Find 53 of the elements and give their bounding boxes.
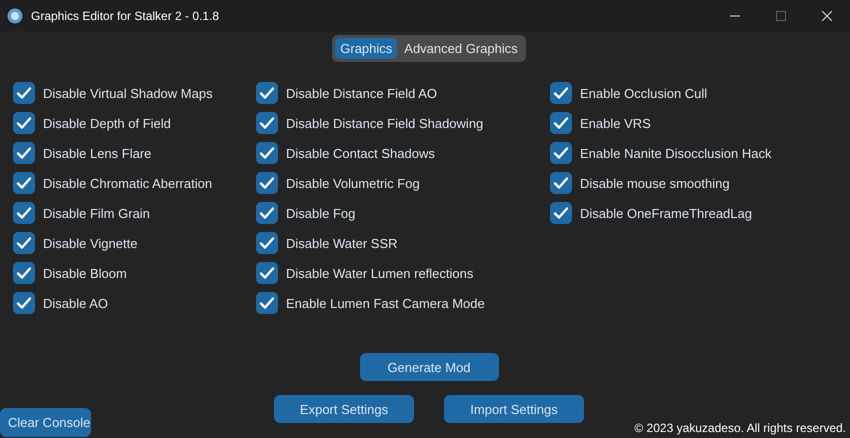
checkbox-label: Disable Contact Shadows	[286, 146, 435, 160]
checkbox-label: Disable Distance Field AO	[286, 86, 438, 100]
checkbox[interactable]	[13, 82, 35, 104]
import-settings-button[interactable]: Import Settings	[444, 395, 584, 423]
checkbox[interactable]	[13, 142, 35, 164]
checkbox-label: Disable Virtual Shadow Maps	[43, 86, 213, 100]
checkbox[interactable]	[256, 142, 278, 164]
export-settings-button[interactable]: Export Settings	[274, 395, 414, 423]
checkbox[interactable]	[256, 172, 278, 194]
checkbox[interactable]	[13, 262, 35, 284]
checkbox[interactable]	[550, 202, 572, 224]
checkbox[interactable]	[256, 82, 278, 104]
checkbox[interactable]	[256, 202, 278, 224]
checkbox[interactable]	[550, 172, 572, 194]
checkbox-label: Enable VRS	[580, 116, 651, 130]
checkbox[interactable]	[13, 232, 35, 254]
checkbox-label: Disable Film Grain	[43, 206, 150, 220]
checkbox-label: Disable Water SSR	[286, 236, 398, 250]
checkbox[interactable]	[550, 142, 572, 164]
checkbox[interactable]	[13, 202, 35, 224]
checkbox-label: Disable Fog	[286, 206, 356, 220]
checkbox-label: Enable Nanite Disocclusion Hack	[580, 146, 772, 160]
window-title: Graphics Editor for Stalker 2 - 0.1.8	[31, 8, 220, 22]
checkbox-label: Enable Occlusion Cull	[580, 86, 708, 100]
checkbox-label: Disable Depth of Field	[43, 116, 171, 130]
checkbox-label: Disable mouse smoothing	[580, 176, 730, 190]
checkbox[interactable]	[13, 172, 35, 194]
checkbox-label: Disable Volumetric Fog	[286, 176, 420, 190]
checkbox-label: Disable Chromatic Aberration	[43, 176, 212, 190]
checkbox-label: Disable Lens Flare	[43, 146, 152, 160]
checkbox-label: Disable Water Lumen reflections	[286, 266, 474, 280]
generate-mod-button[interactable]: Generate Mod	[360, 353, 498, 381]
checkbox[interactable]	[550, 82, 572, 104]
checkbox-label: Disable Distance Field Shadowing	[286, 116, 484, 130]
app-icon	[7, 8, 23, 24]
checkbox[interactable]	[256, 262, 278, 284]
tab[interactable]: Graphics	[335, 38, 398, 59]
checkbox-label: Disable Vignette	[43, 236, 138, 250]
checkbox-label: Disable AO	[43, 296, 108, 310]
checkbox[interactable]	[256, 112, 278, 134]
checkbox-label: Enable Lumen Fast Camera Mode	[286, 296, 485, 310]
clear-console-button[interactable]: Clear Console	[0, 408, 91, 437]
close-icon[interactable]	[822, 10, 832, 20]
maximize-icon[interactable]	[776, 10, 786, 20]
checkbox[interactable]	[550, 112, 572, 134]
checkbox-label: Disable OneFrameThreadLag	[580, 206, 752, 220]
checkbox[interactable]	[13, 292, 35, 314]
checkbox[interactable]	[13, 112, 35, 134]
copyright-text: © 2023 yakuzadeso. All rights reserved.	[634, 421, 846, 435]
tab[interactable]: Advanced Graphics	[399, 38, 523, 59]
checkbox[interactable]	[256, 232, 278, 254]
checkbox[interactable]	[256, 292, 278, 314]
checkbox-label: Disable Bloom	[43, 266, 127, 280]
